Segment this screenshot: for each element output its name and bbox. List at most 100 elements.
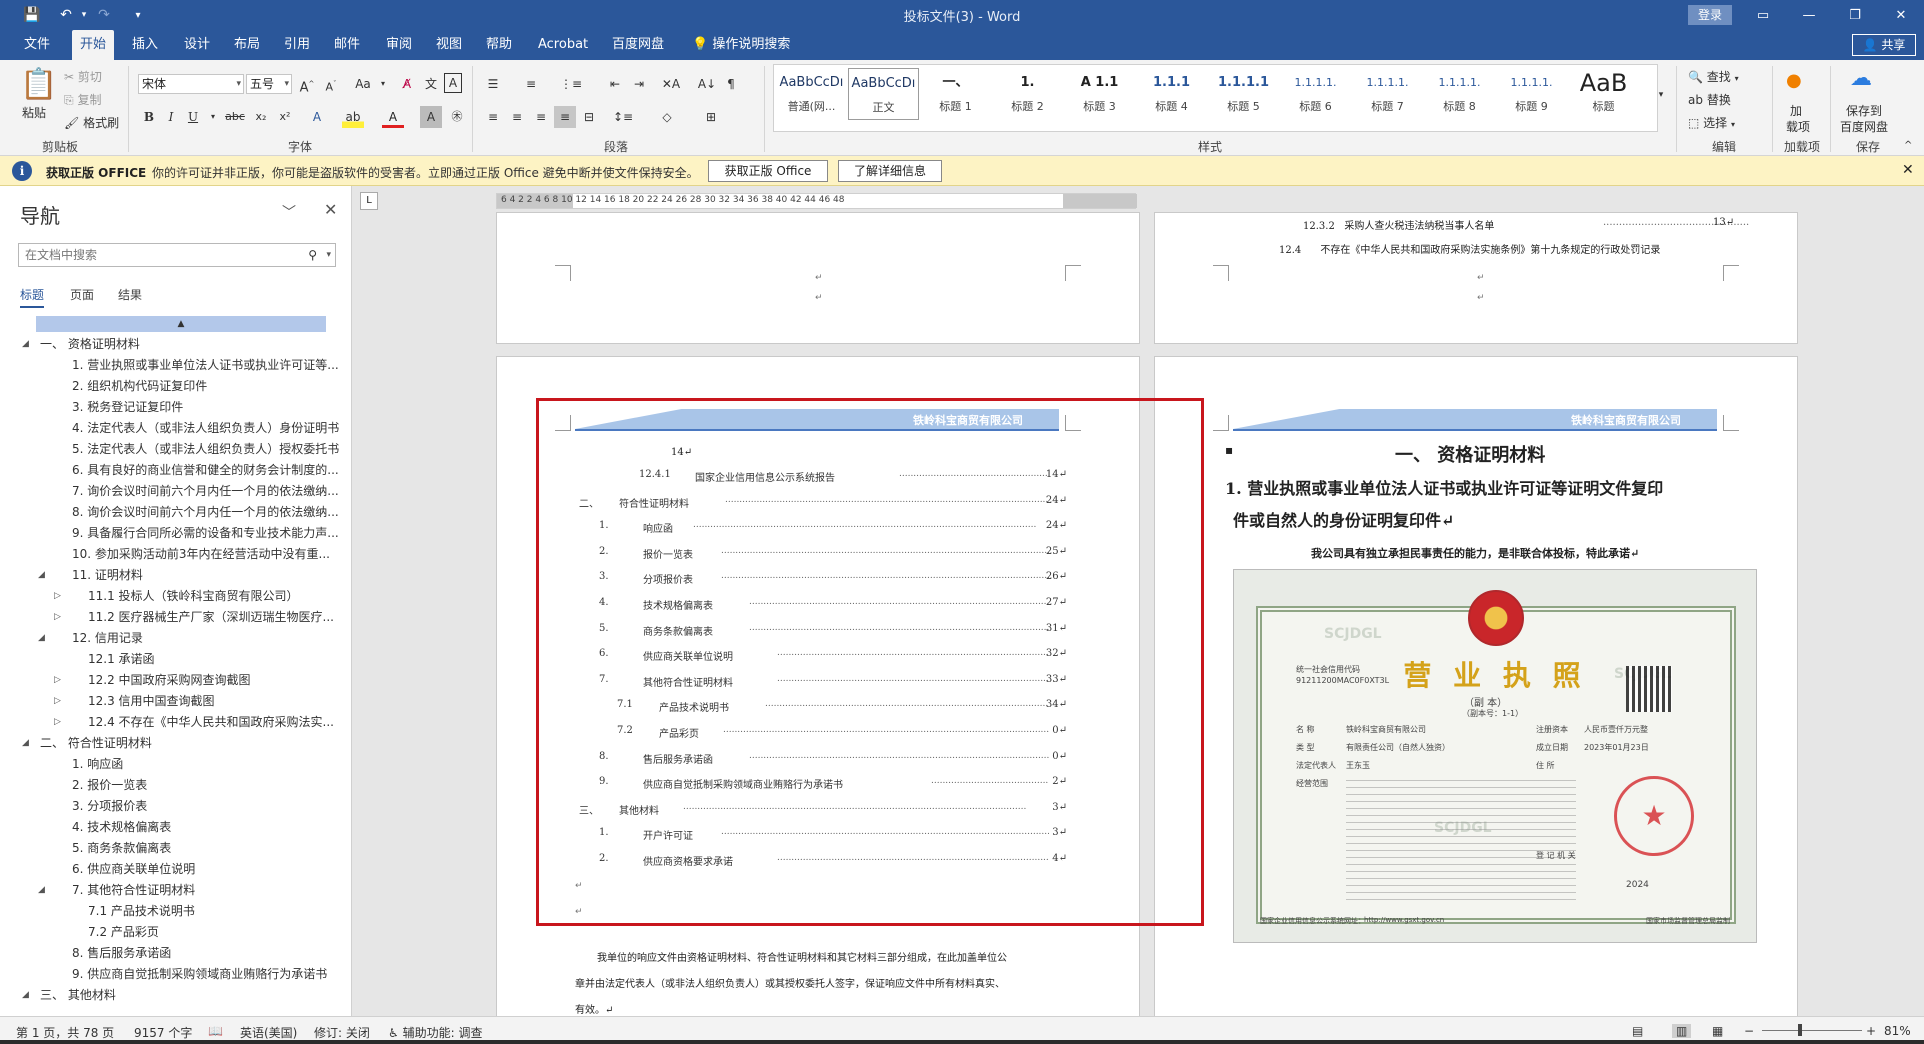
page-count[interactable]: 第 1 页，共 78 页	[16, 1024, 114, 1041]
borders-icon[interactable]: ⊞	[700, 106, 722, 128]
addins-icon[interactable]: ●	[1786, 70, 1802, 91]
share-button[interactable]: 👤 共享	[1852, 34, 1916, 56]
style-item[interactable]: 1.1.1.1 标题 5	[1208, 68, 1279, 120]
toc-entry[interactable]: 三、 其他材料..................................…	[575, 796, 1067, 821]
nav-heading-item[interactable]: ▷ 12.2 中国政府采购网查询截图	[0, 670, 340, 691]
track-changes-status[interactable]: 修订: 关闭	[314, 1024, 370, 1041]
page-4[interactable]: 铁岭科宝商贸有限公司 ▪ 一、 资格证明材料 1. 营业执照或事业单位法人证书或…	[1154, 356, 1798, 1016]
collapse-icon[interactable]: ◢	[22, 334, 29, 355]
nav-heading-item[interactable]: 6. 具有良好的商业信誉和健全的财务会计制度的...	[0, 460, 340, 481]
nav-heading-item[interactable]: ◢ 11. 证明材料	[0, 565, 340, 586]
ribbon-display-options-icon[interactable]: ▭	[1740, 0, 1786, 30]
tab-baidu-netdisk[interactable]: 百度网盘	[604, 30, 672, 60]
toc-entry[interactable]: 6. 供应商关联单位说明.............................…	[575, 642, 1067, 667]
chevron-down-icon[interactable]: ▾	[326, 244, 331, 266]
style-item[interactable]: AaBbCcDı 普通(网...	[776, 68, 847, 120]
find-button[interactable]: 🔍 查找 ▾	[1688, 68, 1739, 85]
format-painter-button[interactable]: 🖌 格式刷	[64, 114, 119, 131]
collapse-icon[interactable]: ◢	[22, 733, 29, 754]
change-case-dropdown-icon[interactable]: ▾	[372, 73, 394, 95]
toc-entry[interactable]: 4. 技术规格偏离表...............................…	[575, 591, 1067, 616]
italic-icon[interactable]: I	[160, 106, 182, 128]
toc-entry[interactable]: 7.2 产品彩页.................................…	[575, 719, 1067, 744]
nav-heading-item[interactable]: 4. 技术规格偏离表	[0, 817, 340, 838]
phonetic-guide-icon[interactable]: 文	[420, 73, 442, 95]
language[interactable]: 英语(美国)	[240, 1024, 297, 1041]
collapse-ribbon-icon[interactable]: ^	[1904, 140, 1912, 151]
increase-indent-icon[interactable]: ⇥	[628, 73, 650, 95]
underline-dropdown-icon[interactable]: ▾	[202, 106, 224, 128]
clear-formatting-icon[interactable]: A̸	[396, 73, 418, 95]
font-color-icon[interactable]: A	[382, 106, 404, 128]
expand-icon[interactable]: ▷	[54, 670, 61, 691]
nav-heading-item[interactable]: ◢ 三、 其他材料	[0, 985, 340, 1006]
text-effects-icon[interactable]: A	[306, 106, 328, 128]
toc-entry[interactable]: 9. 供应商自觉抵制采购领域商业贿赂行为承诺书..................…	[575, 770, 1067, 795]
nav-heading-item[interactable]: 9. 供应商自觉抵制采购领域商业贿赂行为承诺书	[0, 964, 340, 985]
addins-label-1[interactable]: 加	[1790, 102, 1802, 119]
expand-icon[interactable]: ▷	[54, 691, 61, 712]
toc-entry[interactable]: 1. 开户许可证.................................…	[575, 821, 1067, 846]
page-3[interactable]: 铁岭科宝商贸有限公司 14↵ 12.4.1 国家企业信用信息公示系统报告.....…	[496, 356, 1140, 1016]
web-layout-icon[interactable]: ▦	[1712, 1024, 1723, 1038]
nav-heading-item[interactable]: 2. 组织机构代码证复印件	[0, 376, 340, 397]
paste-button[interactable]: 粘贴	[22, 104, 46, 121]
tab-view[interactable]: 视图	[428, 30, 470, 60]
toc-entry[interactable]: 2. 供应商资格要求承诺.............................…	[575, 847, 1067, 872]
toc-entry[interactable]: 5. 商务条款偏离表...............................…	[575, 617, 1067, 642]
underline-icon[interactable]: U	[182, 106, 204, 128]
font-size-select[interactable]: 五号 ▾	[246, 74, 292, 94]
close-icon[interactable]: ✕	[324, 200, 337, 219]
character-border-icon[interactable]: A	[444, 73, 462, 93]
tab-design[interactable]: 设计	[176, 30, 218, 60]
chevron-down-icon[interactable]: ﹀	[282, 202, 296, 222]
toc-entry[interactable]: 2. 报价一览表.................................…	[575, 540, 1067, 565]
align-left-icon[interactable]: ≡	[482, 106, 504, 128]
line-spacing-icon[interactable]: ↕≡	[612, 106, 634, 128]
nav-heading-item[interactable]: ◢ 12. 信用记录	[0, 628, 340, 649]
enclose-characters-icon[interactable]: ㊍	[446, 106, 468, 128]
nav-tab-pages[interactable]: 页面	[70, 286, 94, 303]
business-license-image[interactable]: SCJDGL SCJDGL SCJDGL 营 业 执 照 （副 本） （副本号：…	[1233, 569, 1757, 943]
style-item[interactable]: AaB 标题	[1568, 68, 1639, 120]
toc-entry[interactable]: 二、 符合性证明材料...............................…	[575, 489, 1067, 514]
horizontal-ruler[interactable]: 6 4 2 2 4 6 8 10 12 14 16 18 20 22 24 26…	[496, 193, 1137, 209]
align-right-icon[interactable]: ≡	[530, 106, 552, 128]
get-genuine-office-button[interactable]: 获取正版 Office	[708, 160, 828, 182]
style-item[interactable]: 1.1.1.1. 标题 9	[1496, 68, 1567, 120]
toc-entry[interactable]: 8. 售后服务承诺函...............................…	[575, 745, 1067, 770]
page-1[interactable]: ↵ ↵	[496, 212, 1140, 344]
nav-heading-item[interactable]: ▷ 12.4 不存在《中华人民共和国政府采购法实...	[0, 712, 340, 733]
sort-icon[interactable]: A↓	[696, 73, 718, 95]
style-item[interactable]: 1. 标题 2	[992, 68, 1063, 120]
addins-label-2[interactable]: 载项	[1786, 118, 1810, 135]
proofing-icon[interactable]: 📖	[208, 1024, 223, 1038]
font-name-select[interactable]: 宋体 ▾	[138, 74, 244, 94]
tab-acrobat[interactable]: Acrobat	[530, 30, 596, 60]
document-area[interactable]: ↵ ↵ 12.3.2 采购人查火税违法纳税当事人名单 .............…	[352, 212, 1924, 1016]
style-item[interactable]: 一、 标题 1	[920, 68, 991, 120]
tab-mailings[interactable]: 邮件	[326, 30, 368, 60]
strikethrough-icon[interactable]: abc	[224, 106, 246, 128]
nav-heading-item[interactable]: ◢ 一、 资格证明材料	[0, 334, 340, 355]
collapse-icon[interactable]: ◢	[22, 985, 29, 1006]
nav-heading-item[interactable]: 7.2 产品彩页	[0, 922, 340, 943]
page-2[interactable]: 12.3.2 采购人查火税违法纳税当事人名单 .................…	[1154, 212, 1798, 344]
zoom-level[interactable]: 81%	[1884, 1024, 1911, 1038]
nav-tab-results[interactable]: 结果	[118, 286, 142, 303]
nav-heading-item[interactable]: 1. 营业执照或事业单位法人证书或执业许可证等...	[0, 355, 340, 376]
nav-heading-item[interactable]: 3. 分项报价表	[0, 796, 340, 817]
nav-heading-item[interactable]: 10. 参加采购活动前3年内在经营活动中没有重...	[0, 544, 340, 565]
scroll-up-icon[interactable]: ▲	[36, 316, 326, 332]
nav-heading-item[interactable]: 8. 售后服务承诺函	[0, 943, 340, 964]
zoom-out-icon[interactable]: −	[1744, 1024, 1754, 1038]
shrink-font-icon[interactable]: Aˇ	[320, 73, 342, 95]
nav-heading-item[interactable]: 1. 响应函	[0, 754, 340, 775]
nav-search-input[interactable]: 在文档中搜索 ⚲ ▾	[18, 243, 336, 267]
save-to-label-1[interactable]: 保存到	[1846, 102, 1882, 119]
nav-heading-item[interactable]: 9. 具备履行合同所必需的设备和专业技术能力声...	[0, 523, 340, 544]
toc-entry[interactable]: 7. 其他符合性证明材料.............................…	[575, 668, 1067, 693]
show-marks-icon[interactable]: ¶	[720, 73, 742, 95]
nav-heading-item[interactable]: 12.1 承诺函	[0, 649, 340, 670]
subscript-icon[interactable]: x₂	[250, 106, 272, 128]
